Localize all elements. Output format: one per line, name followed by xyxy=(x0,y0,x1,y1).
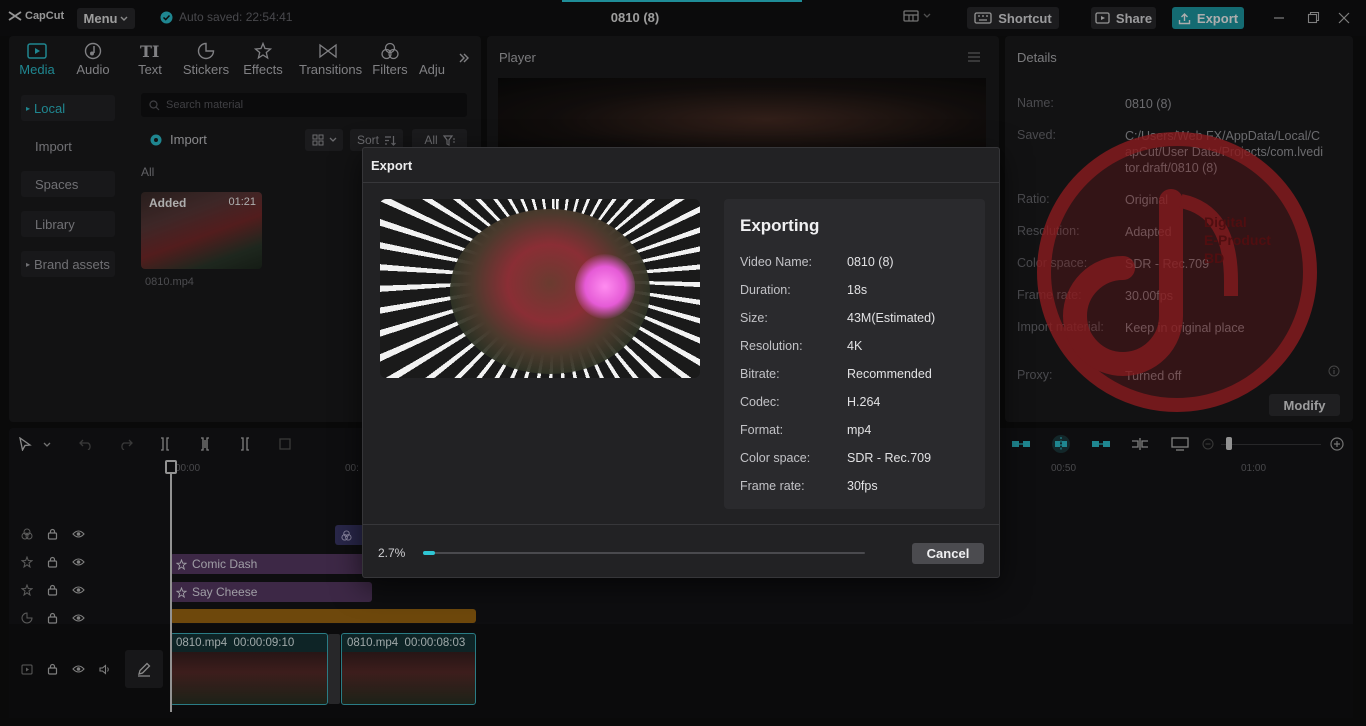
export-info-card: Exporting Video Name: 0810 (8) Duration:… xyxy=(724,199,985,509)
info-label: Color space: xyxy=(740,451,811,465)
export-dialog: Export Exporting Video Name: 0810 (8) Du… xyxy=(362,147,1000,578)
progress-fill xyxy=(423,551,435,555)
info-label: Format: xyxy=(740,423,784,437)
info-label: Bitrate: xyxy=(740,367,780,381)
export-preview-image xyxy=(380,199,700,378)
info-label: Resolution: xyxy=(740,339,803,353)
info-value: Recommended xyxy=(847,367,932,381)
info-value: 0810 (8) xyxy=(847,255,894,269)
cancel-button[interactable]: Cancel xyxy=(912,543,984,564)
info-value: 4K xyxy=(847,339,863,353)
info-label: Codec: xyxy=(740,395,780,409)
info-value: SDR - Rec.709 xyxy=(847,451,932,465)
info-value: 18s xyxy=(847,283,868,297)
dialog-divider xyxy=(363,182,999,183)
progress-percent: 2.7% xyxy=(378,546,406,560)
info-label: Size: xyxy=(740,311,768,325)
info-value: mp4 xyxy=(847,423,872,437)
info-label: Video Name: xyxy=(740,255,813,269)
info-value: 43M(Estimated) xyxy=(847,311,936,325)
info-label: Frame rate: xyxy=(740,479,805,493)
info-value: H.264 xyxy=(847,395,881,409)
progress-track xyxy=(423,552,865,554)
info-value: 30fps xyxy=(847,479,878,493)
info-label: Duration: xyxy=(740,283,791,297)
preview-highlight xyxy=(575,254,635,319)
dialog-title: Export xyxy=(371,158,413,173)
dialog-divider xyxy=(363,524,999,525)
exporting-heading: Exporting xyxy=(740,216,820,235)
